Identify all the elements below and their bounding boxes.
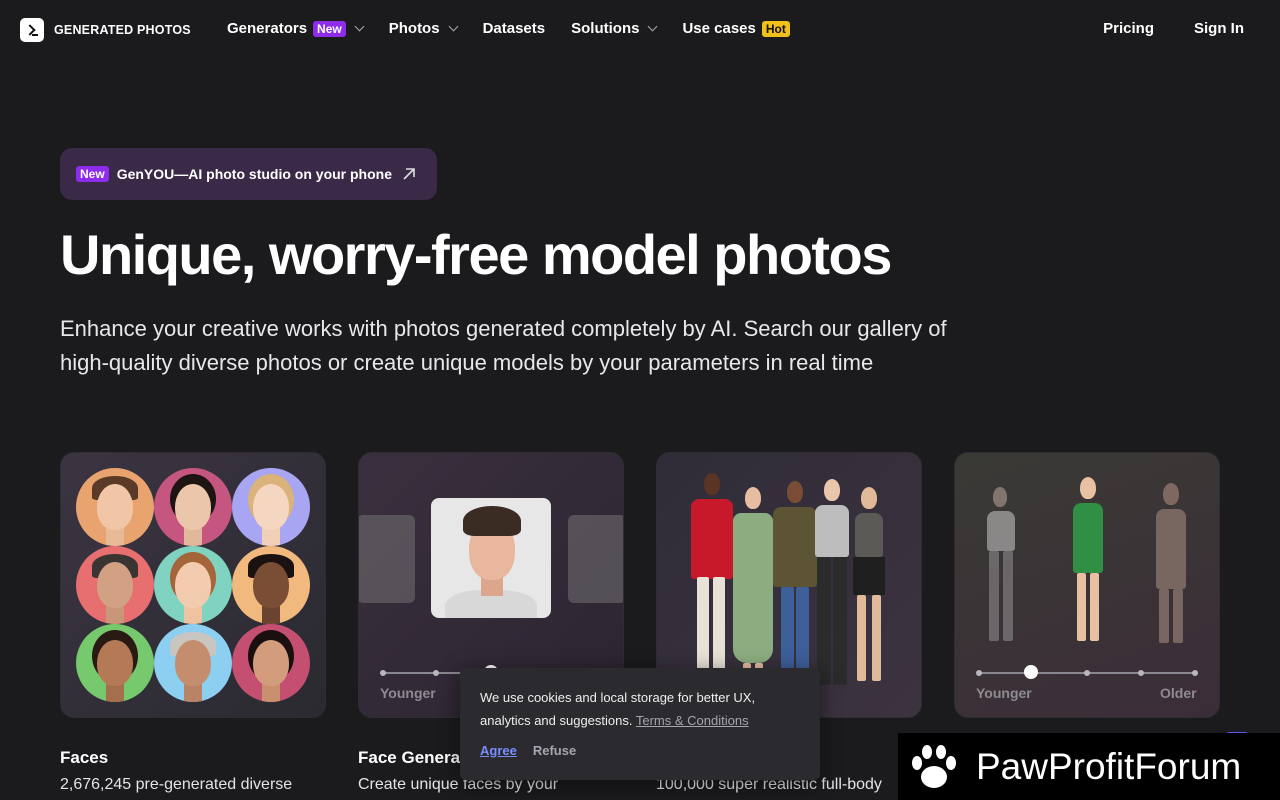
main-nav: Generators New Photos Datasets Solutions… [227, 20, 790, 37]
previous-face-thumbnail [359, 515, 415, 603]
paw-icon [912, 744, 956, 788]
sign-in-link[interactable]: Sign In [1194, 20, 1244, 37]
face-thumbnail [232, 546, 310, 624]
face-thumbnail [154, 546, 232, 624]
face-thumbnail [76, 468, 154, 546]
logo-text: GENERATED PHOTOS [54, 23, 191, 37]
cookie-text: analytics and suggestions. [480, 713, 633, 728]
model-figure [847, 487, 891, 691]
nav-label: Use cases [682, 20, 756, 37]
logo-icon [20, 18, 44, 42]
lead-line: high-quality diverse photos or create un… [60, 350, 874, 375]
slider-step [380, 670, 386, 676]
nav-datasets[interactable]: Datasets [483, 20, 546, 37]
card-title[interactable]: Faces [60, 748, 108, 768]
nav-label: Photos [388, 20, 440, 37]
cookie-text: We use cookies and local storage for bet… [480, 690, 756, 705]
slider-step [1084, 670, 1090, 676]
face-thumbnail [76, 624, 154, 702]
promo-text: GenYOU—AI photo studio on your phone [116, 166, 392, 182]
slider-step [1192, 670, 1198, 676]
hero-lead: Enhance your creative works with photos … [60, 312, 1100, 380]
face-thumbnail [76, 546, 154, 624]
logo[interactable]: GENERATED PHOTOS [20, 18, 191, 42]
watermark: PawProfitForum [898, 733, 1280, 800]
cookie-text-2: analytics and suggestions. Terms & Condi… [480, 709, 800, 732]
face-thumbnail [154, 624, 232, 702]
face-thumbnail [232, 468, 310, 546]
next-face-thumbnail [568, 515, 623, 603]
terms-link[interactable]: Terms & Conditions [636, 713, 749, 728]
chevron-down-icon [448, 21, 459, 32]
face-thumbnail [154, 468, 232, 546]
nav-label: Solutions [571, 20, 640, 37]
cookie-actions: Agree Refuse [480, 739, 800, 762]
page-title: Unique, worry-free model photos [60, 223, 892, 286]
faces-grid [76, 468, 310, 702]
watermark-text: PawProfitForum [976, 745, 1242, 787]
cookie-consent: We use cookies and local storage for bet… [460, 668, 820, 780]
promo-banner[interactable]: New GenYOU—AI photo studio on your phone [60, 148, 437, 200]
model-figure [1151, 483, 1191, 647]
lead-line: Enhance your creative works with photos … [60, 316, 947, 341]
slider-step [1138, 670, 1144, 676]
model-figure [1065, 477, 1111, 647]
nav-label: Generators [227, 20, 308, 37]
chevron-down-icon [648, 21, 658, 32]
nav-photos[interactable]: Photos [388, 20, 459, 37]
pricing-link[interactable]: Pricing [1103, 20, 1154, 37]
age-slider-knob[interactable] [1024, 665, 1038, 679]
card-title[interactable]: Face Generat [358, 748, 466, 768]
site-header: GENERATED PHOTOS Generators New Photos D… [0, 0, 1280, 60]
new-badge: New [76, 166, 109, 182]
arrow-up-right-icon [403, 168, 415, 180]
nav-generators[interactable]: Generators New [227, 20, 365, 37]
age-slider-card[interactable]: Younger Older [954, 452, 1220, 718]
generated-face-preview [431, 498, 551, 618]
nav-label: Datasets [482, 20, 546, 37]
slider-label-older: Older [1160, 685, 1197, 701]
new-badge: New [313, 20, 346, 37]
nav-use-cases[interactable]: Use cases Hot [682, 20, 790, 37]
faces-card[interactable] [60, 452, 326, 718]
slider-step [433, 670, 439, 676]
slider-label-younger: Younger [380, 685, 436, 701]
header-actions: Pricing Sign In [1103, 20, 1244, 37]
nav-solutions[interactable]: Solutions [571, 20, 658, 37]
face-thumbnail [232, 624, 310, 702]
refuse-button[interactable]: Refuse [533, 739, 576, 762]
chevron-down-icon [354, 21, 365, 32]
hot-badge: Hot [761, 20, 790, 37]
slider-label-younger: Younger [976, 685, 1032, 701]
slider-step [976, 670, 982, 676]
agree-button[interactable]: Agree [480, 739, 517, 762]
model-figure [981, 487, 1021, 647]
card-description: 2,676,245 pre-generated diverse [60, 776, 293, 793]
